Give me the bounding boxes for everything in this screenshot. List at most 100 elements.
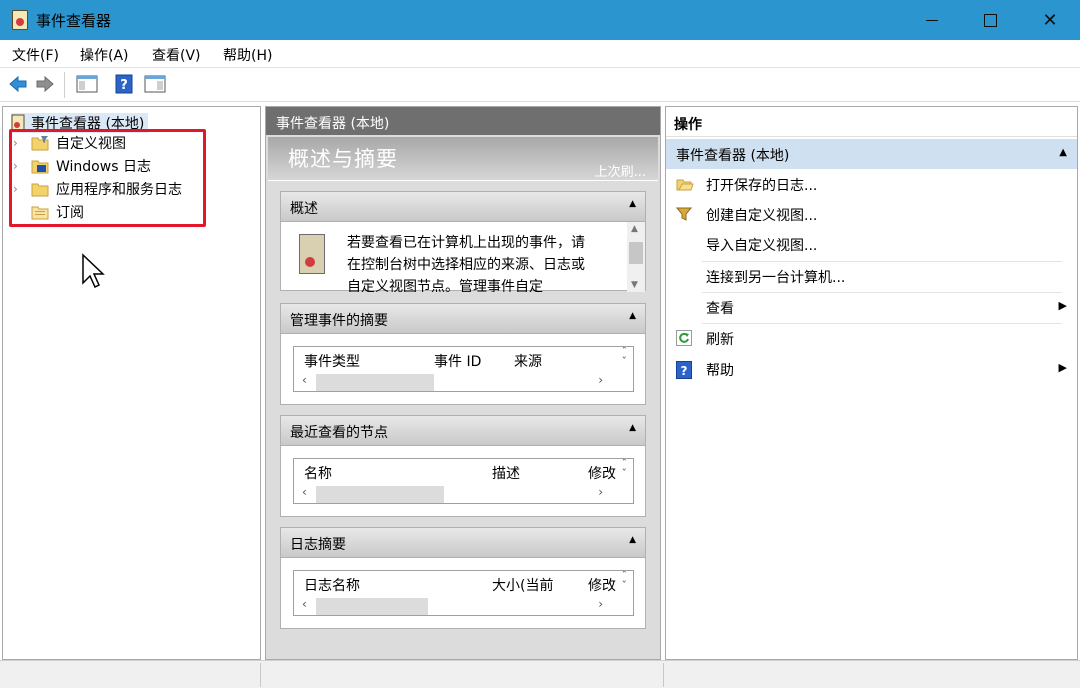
- mouse-cursor-icon: [82, 253, 105, 289]
- column-header[interactable]: 描述: [492, 463, 520, 483]
- horizontal-scrollbar[interactable]: ‹ ›: [294, 595, 633, 615]
- column-header[interactable]: 事件 ID: [434, 351, 481, 371]
- sort-updown-icon[interactable]: ˆˇ: [622, 347, 628, 367]
- collapse-arrow-icon[interactable]: ▲: [629, 423, 636, 433]
- action-label: 查看: [706, 301, 734, 317]
- scroll-right-icon[interactable]: ›: [598, 485, 603, 499]
- scroll-left-icon[interactable]: ‹: [302, 485, 307, 499]
- overview-section: 概述 ▲ 若要查看已在计算机上出现的事件，请在控制台树中选择相应的来源、日志或自…: [280, 191, 646, 292]
- recent-nodes-section-header[interactable]: 最近查看的节点 ▲: [281, 416, 645, 446]
- log-summary-grid[interactable]: 日志名称 大小(当前 修改 ˆˇ ‹ ›: [293, 570, 634, 616]
- summary-pane-header: 事件查看器 (本地): [266, 107, 660, 135]
- sort-updown-icon[interactable]: ˆˇ: [622, 571, 628, 591]
- svg-text:?: ?: [120, 78, 128, 93]
- event-viewer-app-icon: [12, 10, 28, 30]
- column-header[interactable]: 修改: [588, 463, 616, 483]
- scroll-right-icon[interactable]: ›: [598, 373, 603, 387]
- actions-pane: 操作 事件查看器 (本地) ▲ 打开保存的日志... 创建自定义视图... 导入…: [665, 106, 1078, 660]
- actions-pane-header: 操作: [666, 107, 1077, 137]
- action-help[interactable]: ? 帮助 ▶: [666, 354, 1077, 384]
- menu-file[interactable]: 文件(F): [12, 45, 59, 65]
- status-divider: [663, 663, 664, 687]
- action-refresh[interactable]: 刷新: [666, 323, 1077, 353]
- horizontal-scrollbar[interactable]: ‹ ›: [294, 483, 633, 503]
- collapse-arrow-icon[interactable]: ▲: [629, 535, 636, 545]
- action-label: 连接到另一台计算机...: [706, 270, 846, 286]
- section-title: 管理事件的摘要: [290, 313, 388, 329]
- action-label: 帮助: [706, 363, 734, 379]
- column-header[interactable]: 名称: [304, 463, 332, 483]
- admin-events-section: 管理事件的摘要 ▲ 事件类型 事件 ID 来源 ˆˇ ‹ ›: [280, 303, 646, 405]
- log-summary-section: 日志摘要 ▲ 日志名称 大小(当前 修改 ˆˇ ‹ ›: [280, 527, 646, 629]
- recent-nodes-section: 最近查看的节点 ▲ 名称 描述 修改 ˆˇ ‹ ›: [280, 415, 646, 517]
- horizontal-scrollbar[interactable]: ‹ ›: [294, 371, 633, 391]
- help-icon[interactable]: ?: [115, 73, 133, 95]
- console-tree-pane: 事件查看器 (本地) › 自定义视图 › Windows 日志 › 应用程序和服…: [2, 106, 261, 660]
- title-bar: 事件查看器 ✕: [0, 0, 1080, 40]
- maximize-icon: [983, 13, 997, 27]
- window-title: 事件查看器: [36, 12, 112, 30]
- forward-arrow-icon[interactable]: [35, 73, 55, 95]
- close-button[interactable]: ✕: [1021, 0, 1079, 40]
- action-label: 刷新: [706, 332, 734, 348]
- show-hide-action-pane-icon[interactable]: [143, 73, 167, 95]
- submenu-arrow-icon: ▶: [1058, 299, 1067, 312]
- toolbar-separator: [64, 72, 65, 98]
- event-log-icon: [299, 234, 325, 274]
- minimize-button[interactable]: [903, 0, 961, 40]
- column-header[interactable]: 修改: [588, 575, 616, 595]
- submenu-arrow-icon: ▶: [1058, 361, 1067, 374]
- column-header[interactable]: 事件类型: [304, 351, 360, 371]
- admin-events-grid[interactable]: 事件类型 事件 ID 来源 ˆˇ ‹ ›: [293, 346, 634, 392]
- actions-group-header[interactable]: 事件查看器 (本地) ▲: [666, 139, 1077, 169]
- red-highlight-box: [9, 129, 206, 227]
- menu-help[interactable]: 帮助(H): [223, 45, 272, 65]
- scroll-right-icon[interactable]: ›: [598, 597, 603, 611]
- scroll-thumb[interactable]: [316, 374, 434, 391]
- overview-body: 若要查看已在计算机上出现的事件，请在控制台树中选择相应的来源、日志或自定义视图节…: [281, 222, 645, 292]
- scroll-thumb[interactable]: [629, 242, 643, 264]
- collapse-arrow-icon[interactable]: ▲: [1059, 147, 1067, 158]
- action-view[interactable]: 查看 ▶: [666, 292, 1077, 322]
- maximize-button[interactable]: [961, 0, 1019, 40]
- status-bar: [0, 660, 1080, 688]
- sort-updown-icon[interactable]: ˆˇ: [622, 459, 628, 479]
- collapse-arrow-icon[interactable]: ▲: [629, 311, 636, 321]
- filter-funnel-icon: [675, 206, 693, 222]
- summary-scroll-area: 概述与摘要 上次刷... 概述 ▲ 若要查看已在计算机上出现的事件，请在控制台树…: [266, 135, 660, 659]
- action-create-custom-view[interactable]: 创建自定义视图...: [666, 199, 1077, 229]
- collapse-arrow-icon[interactable]: ▲: [629, 199, 636, 209]
- section-title: 日志摘要: [290, 537, 346, 553]
- log-summary-section-header[interactable]: 日志摘要 ▲: [281, 528, 645, 558]
- scroll-down-icon[interactable]: ▼: [631, 280, 638, 290]
- action-label: 导入自定义视图...: [706, 238, 818, 254]
- vertical-scrollbar[interactable]: ▲ ▼: [627, 222, 645, 292]
- overview-banner: 概述与摘要 上次刷...: [268, 137, 658, 181]
- column-header[interactable]: 来源: [514, 351, 542, 371]
- action-import-custom-view[interactable]: 导入自定义视图...: [666, 229, 1077, 259]
- scroll-thumb[interactable]: [316, 486, 444, 503]
- overview-section-header[interactable]: 概述 ▲: [281, 192, 645, 222]
- minimize-icon: [926, 19, 938, 21]
- column-header[interactable]: 日志名称: [304, 575, 360, 595]
- menu-action[interactable]: 操作(A): [80, 45, 129, 65]
- column-header[interactable]: 大小(当前: [492, 575, 553, 595]
- banner-title: 概述与摘要: [288, 147, 398, 171]
- svg-text:?: ?: [681, 364, 688, 378]
- toolbar: ?: [0, 68, 1080, 102]
- scroll-up-icon[interactable]: ▲: [631, 224, 638, 234]
- summary-pane: 事件查看器 (本地) 概述与摘要 上次刷... 概述 ▲ 若要查看已在计算机上出…: [265, 106, 661, 660]
- menu-view[interactable]: 查看(V): [152, 45, 201, 65]
- action-connect-computer[interactable]: 连接到另一台计算机...: [666, 261, 1077, 291]
- scroll-left-icon[interactable]: ‹: [302, 597, 307, 611]
- action-open-saved-log[interactable]: 打开保存的日志...: [666, 169, 1077, 199]
- admin-events-section-header[interactable]: 管理事件的摘要 ▲: [281, 304, 645, 334]
- refresh-icon: [676, 330, 692, 346]
- back-arrow-icon[interactable]: [8, 73, 28, 95]
- recent-nodes-grid[interactable]: 名称 描述 修改 ˆˇ ‹ ›: [293, 458, 634, 504]
- section-title: 最近查看的节点: [290, 425, 388, 441]
- scroll-left-icon[interactable]: ‹: [302, 373, 307, 387]
- show-hide-tree-icon[interactable]: [75, 73, 99, 95]
- last-refresh-link[interactable]: 上次刷...: [595, 161, 646, 180]
- scroll-thumb[interactable]: [316, 598, 428, 615]
